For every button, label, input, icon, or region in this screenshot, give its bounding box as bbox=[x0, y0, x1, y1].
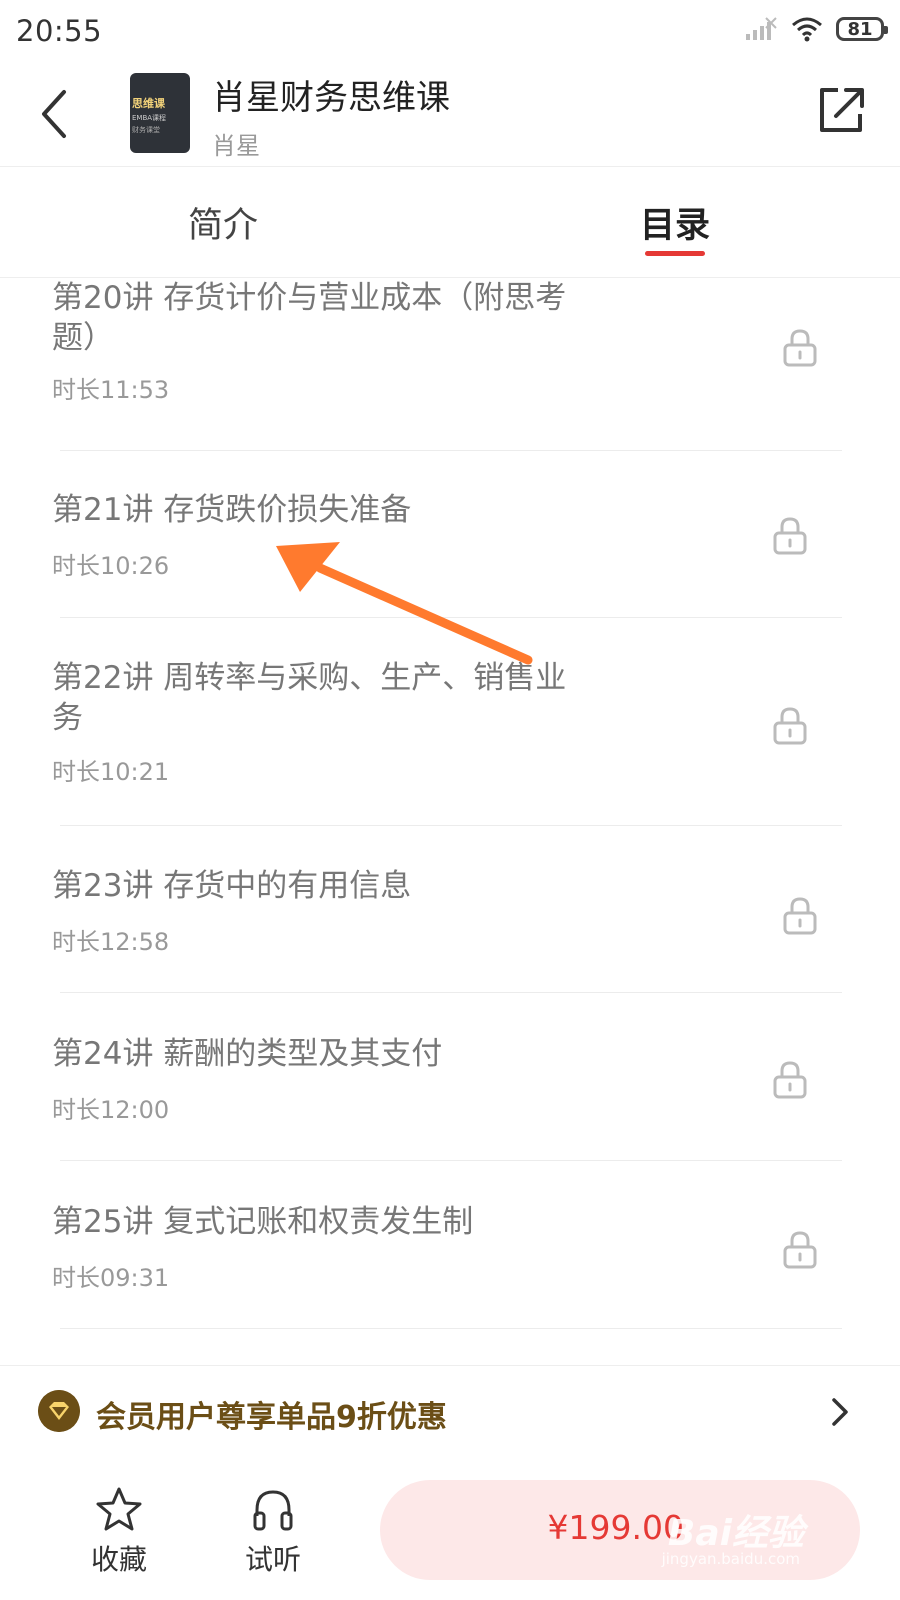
status-time: 20:55 bbox=[16, 14, 103, 48]
app-header: 思维课 EMBA课程 财务课堂 肖星财务思维课 肖星 bbox=[0, 62, 900, 167]
tab-bar: 简介 目录 bbox=[0, 167, 900, 278]
lesson-duration: 时长11:53 bbox=[52, 376, 170, 404]
lock-icon bbox=[783, 329, 817, 367]
member-discount-banner[interactable]: 会员用户尊享单品9折优惠 bbox=[0, 1365, 900, 1459]
course-cover[interactable]: 思维课 EMBA课程 财务课堂 bbox=[130, 73, 190, 153]
favorite-button[interactable]: 收藏 bbox=[86, 1486, 152, 1578]
divider bbox=[60, 1160, 842, 1161]
lesson-duration: 时长10:26 bbox=[52, 552, 170, 580]
lesson-item[interactable]: 第24讲 薪酬的类型及其支付 时长12:00 bbox=[0, 1034, 900, 1154]
watermark-url: jingyan.baidu.com bbox=[661, 1550, 800, 1568]
lesson-duration: 时长09:31 bbox=[52, 1264, 170, 1292]
lesson-title: 第20讲 存货计价与营业成本（附思考题） bbox=[52, 280, 567, 356]
lesson-item[interactable]: 第23讲 存货中的有用信息 时长12:58 bbox=[0, 866, 900, 986]
lesson-item[interactable]: 第25讲 复式记账和权责发生制 时长09:31 bbox=[0, 1202, 900, 1322]
lesson-duration: 时长10:21 bbox=[52, 758, 170, 786]
vip-diamond-icon bbox=[38, 1390, 80, 1432]
lesson-title: 第23讲 存货中的有用信息 bbox=[52, 868, 412, 904]
cover-title: 思维课 bbox=[132, 97, 165, 110]
share-icon[interactable] bbox=[816, 84, 866, 136]
bottom-action-bar: 收藏 试听 ¥199.00 Bai经验 jingyan.baidu.com bbox=[0, 1458, 900, 1600]
trial-label: 试听 bbox=[244, 1543, 301, 1576]
lesson-title: 第22讲 周转率与采购、生产、销售业务 bbox=[52, 660, 567, 736]
active-tab-indicator bbox=[645, 251, 705, 256]
divider bbox=[60, 1328, 842, 1329]
course-title: 肖星财务思维课 bbox=[212, 78, 450, 118]
back-icon[interactable] bbox=[30, 82, 80, 146]
lock-icon bbox=[773, 517, 807, 555]
lock-icon bbox=[773, 707, 807, 745]
cover-line: EMBA课程 bbox=[132, 114, 167, 122]
divider bbox=[60, 450, 842, 451]
lesson-title: 第21讲 存货跌价损失准备 bbox=[52, 492, 412, 528]
wifi-icon bbox=[792, 17, 822, 42]
watermark-logo: Bai经验 bbox=[667, 1513, 804, 1554]
course-author: 肖星 bbox=[212, 132, 260, 160]
divider bbox=[60, 825, 842, 826]
buy-button[interactable]: ¥199.00 Bai经验 jingyan.baidu.com bbox=[380, 1480, 860, 1580]
battery-icon: 81 bbox=[836, 17, 888, 41]
battery-level: 81 bbox=[847, 18, 873, 40]
cover-line: 财务课堂 bbox=[132, 126, 160, 134]
status-icons: 81 bbox=[744, 16, 888, 42]
lock-icon bbox=[773, 1061, 807, 1099]
lock-icon bbox=[783, 1231, 817, 1269]
lesson-duration: 时长12:58 bbox=[52, 928, 170, 956]
member-discount-text: 会员用户尊享单品9折优惠 bbox=[96, 1400, 447, 1435]
divider bbox=[60, 992, 842, 993]
lesson-item[interactable]: 第22讲 周转率与采购、生产、销售业务 时长10:21 bbox=[0, 658, 900, 798]
tab-intro[interactable]: 简介 bbox=[188, 197, 258, 248]
lesson-title: 第25讲 复式记账和权责发生制 bbox=[52, 1204, 474, 1240]
trial-listen-button[interactable]: 试听 bbox=[240, 1486, 306, 1578]
status-bar: 20:55 81 bbox=[0, 0, 900, 62]
signal-icon bbox=[746, 17, 777, 40]
lesson-item[interactable]: 第20讲 存货计价与营业成本（附思考题） 时长11:53 bbox=[0, 278, 900, 448]
price: ¥199.00 bbox=[547, 1508, 684, 1547]
lock-icon bbox=[783, 897, 817, 935]
chevron-right-icon bbox=[832, 1398, 848, 1426]
lesson-title: 第24讲 薪酬的类型及其支付 bbox=[52, 1036, 443, 1072]
favorite-label: 收藏 bbox=[90, 1543, 147, 1576]
star-icon bbox=[96, 1487, 142, 1531]
headphones-icon bbox=[253, 1490, 293, 1531]
tab-catalog[interactable]: 目录 bbox=[640, 197, 710, 248]
lesson-duration: 时长12:00 bbox=[52, 1096, 170, 1124]
annotation-arrow-icon bbox=[276, 542, 533, 665]
